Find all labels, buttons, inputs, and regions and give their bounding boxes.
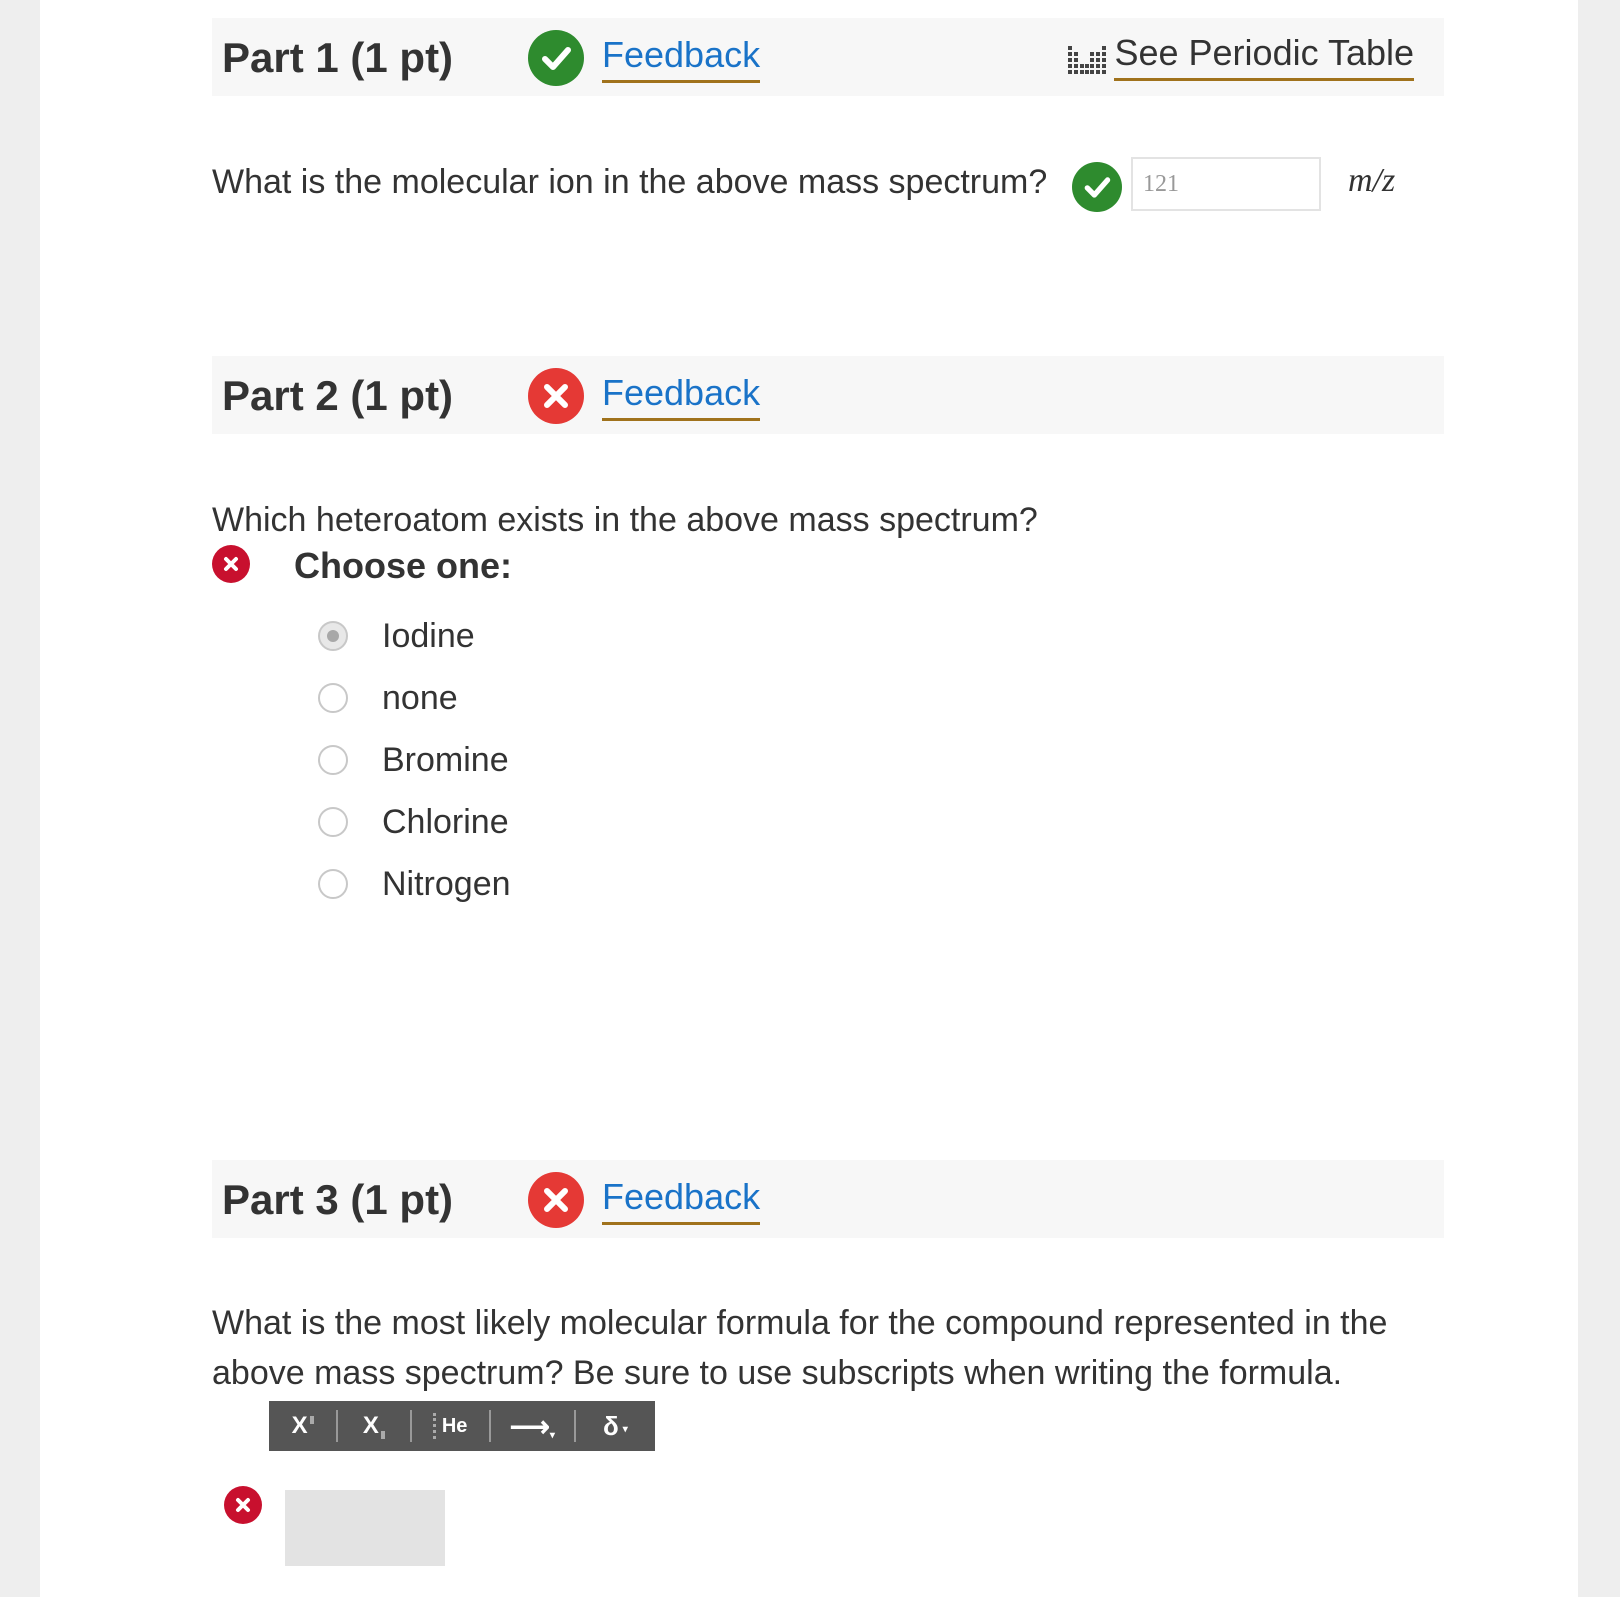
choose-one-label: Choose one: [294, 545, 513, 586]
periodic-table-label: See Periodic Table [1114, 32, 1414, 81]
chevron-down-icon: ▾ [622, 1423, 628, 1435]
choice-incorrect-x-icon [212, 545, 250, 583]
part3-feedback-link[interactable]: Feedback [602, 1176, 761, 1225]
incorrect-x-icon [528, 368, 584, 424]
option-chlorine[interactable]: Chlorine [318, 797, 509, 847]
delta-dropdown-button[interactable]: δ ▾ [576, 1401, 655, 1451]
correct-check-icon [528, 30, 584, 86]
option-label: Nitrogen [382, 864, 511, 903]
superscript-button[interactable]: X [269, 1401, 336, 1451]
option-nitrogen[interactable]: Nitrogen [318, 859, 511, 909]
part2-question: Which heteroatom exists in the above mas… [212, 501, 1038, 539]
arrow-icon: ⟶ [509, 1410, 550, 1442]
part1-header: Part 1 (1 pt) Feedback See Periodic Tabl… [212, 18, 1444, 96]
delta-icon: δ [603, 1410, 619, 1441]
incorrect-x-icon [528, 1172, 584, 1228]
part1-question: What is the molecular ion in the above m… [212, 163, 1048, 201]
radio-bromine[interactable] [318, 745, 348, 775]
page: Part 1 (1 pt) Feedback See Periodic Tabl… [40, 0, 1578, 1597]
option-iodine[interactable]: Iodine [318, 611, 475, 661]
chevron-down-icon: ▾ [549, 1429, 555, 1441]
radio-chlorine[interactable] [318, 807, 348, 837]
molecular-formula-input[interactable] [285, 1490, 445, 1566]
option-label: none [382, 678, 458, 717]
part3-header: Part 3 (1 pt) Feedback [212, 1160, 1444, 1238]
option-none[interactable]: none [318, 673, 458, 723]
unit-label: m/z [1348, 162, 1396, 199]
option-label: Iodine [382, 616, 475, 655]
subscript-button[interactable]: X [338, 1401, 409, 1451]
periodic-table-icon [1068, 42, 1107, 81]
part2-header: Part 2 (1 pt) Feedback [212, 356, 1444, 434]
formula-incorrect-x-icon [224, 1486, 262, 1524]
element-button[interactable]: He [412, 1401, 489, 1451]
option-label: Chlorine [382, 802, 509, 841]
part2-feedback-link[interactable]: Feedback [602, 372, 761, 421]
option-label: Bromine [382, 740, 509, 779]
radio-none[interactable] [318, 683, 348, 713]
see-periodic-table-link[interactable]: See Periodic Table [1068, 32, 1414, 81]
answer-correct-check-icon [1072, 162, 1122, 212]
formula-toolbar: X X He ⟶ ▾ δ ▾ [269, 1401, 655, 1451]
radio-nitrogen[interactable] [318, 869, 348, 899]
option-bromine[interactable]: Bromine [318, 735, 509, 785]
part1-feedback-link[interactable]: Feedback [602, 34, 761, 83]
part3-question: What is the most likely molecular formul… [212, 1304, 1388, 1392]
radio-iodine[interactable] [318, 621, 348, 651]
molecular-ion-input[interactable] [1131, 157, 1321, 211]
part1-title: Part 1 (1 pt) [222, 34, 454, 81]
part3-title: Part 3 (1 pt) [222, 1176, 454, 1223]
part2-title: Part 2 (1 pt) [222, 372, 454, 419]
arrow-dropdown-button[interactable]: ⟶ ▾ [491, 1401, 574, 1451]
